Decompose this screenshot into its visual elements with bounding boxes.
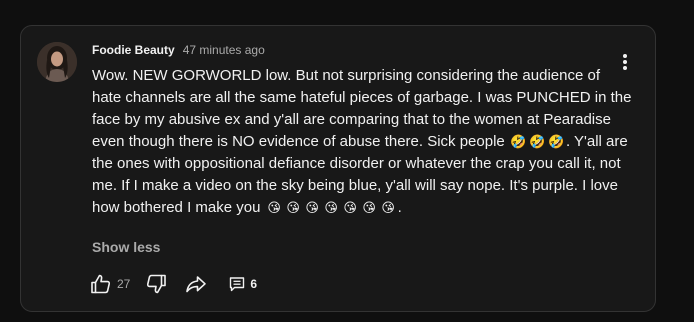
avatar[interactable]: [37, 42, 77, 82]
comment-bubble-icon: [230, 277, 245, 292]
emoji-rofl: 🤣: [510, 134, 527, 149]
emoji-kiss: 😘: [343, 200, 357, 215]
emoji-kiss: 😘: [362, 200, 376, 215]
reply-count[interactable]: 6: [250, 277, 257, 291]
comment-timestamp[interactable]: 47 minutes ago: [183, 43, 265, 57]
emoji-kiss: 😘: [324, 200, 338, 215]
thumbs-down-icon: [147, 274, 167, 294]
emoji-kiss: 😘: [267, 200, 281, 215]
comment-text-part3: .: [397, 199, 402, 216]
show-less-button[interactable]: Show less: [92, 239, 160, 255]
emoji-rofl: 🤣: [529, 134, 546, 149]
comment-actions: 27 6: [89, 272, 257, 296]
dislike-button[interactable]: [144, 272, 168, 296]
like-button[interactable]: [89, 272, 113, 296]
emoji-kiss: 😘: [381, 200, 395, 215]
share-button[interactable]: [184, 272, 208, 296]
replies-button[interactable]: [228, 275, 246, 293]
comment-text: Wow. NEW GORWORLD low. But not surprisin…: [92, 65, 632, 219]
avatar-image: [37, 42, 77, 82]
comment-card: Foodie Beauty 47 minutes ago Wow. NEW GO…: [20, 25, 656, 312]
emoji-kiss: 😘: [305, 200, 319, 215]
author-name[interactable]: Foodie Beauty: [92, 43, 175, 57]
comment-header: Foodie Beauty 47 minutes ago: [92, 43, 265, 57]
thumbs-up-icon: [91, 274, 111, 294]
emoji-kiss: 😘: [286, 200, 300, 215]
like-count: 27: [117, 277, 131, 291]
emoji-rofl: 🤣: [548, 134, 565, 149]
share-arrow-icon: [186, 276, 207, 293]
